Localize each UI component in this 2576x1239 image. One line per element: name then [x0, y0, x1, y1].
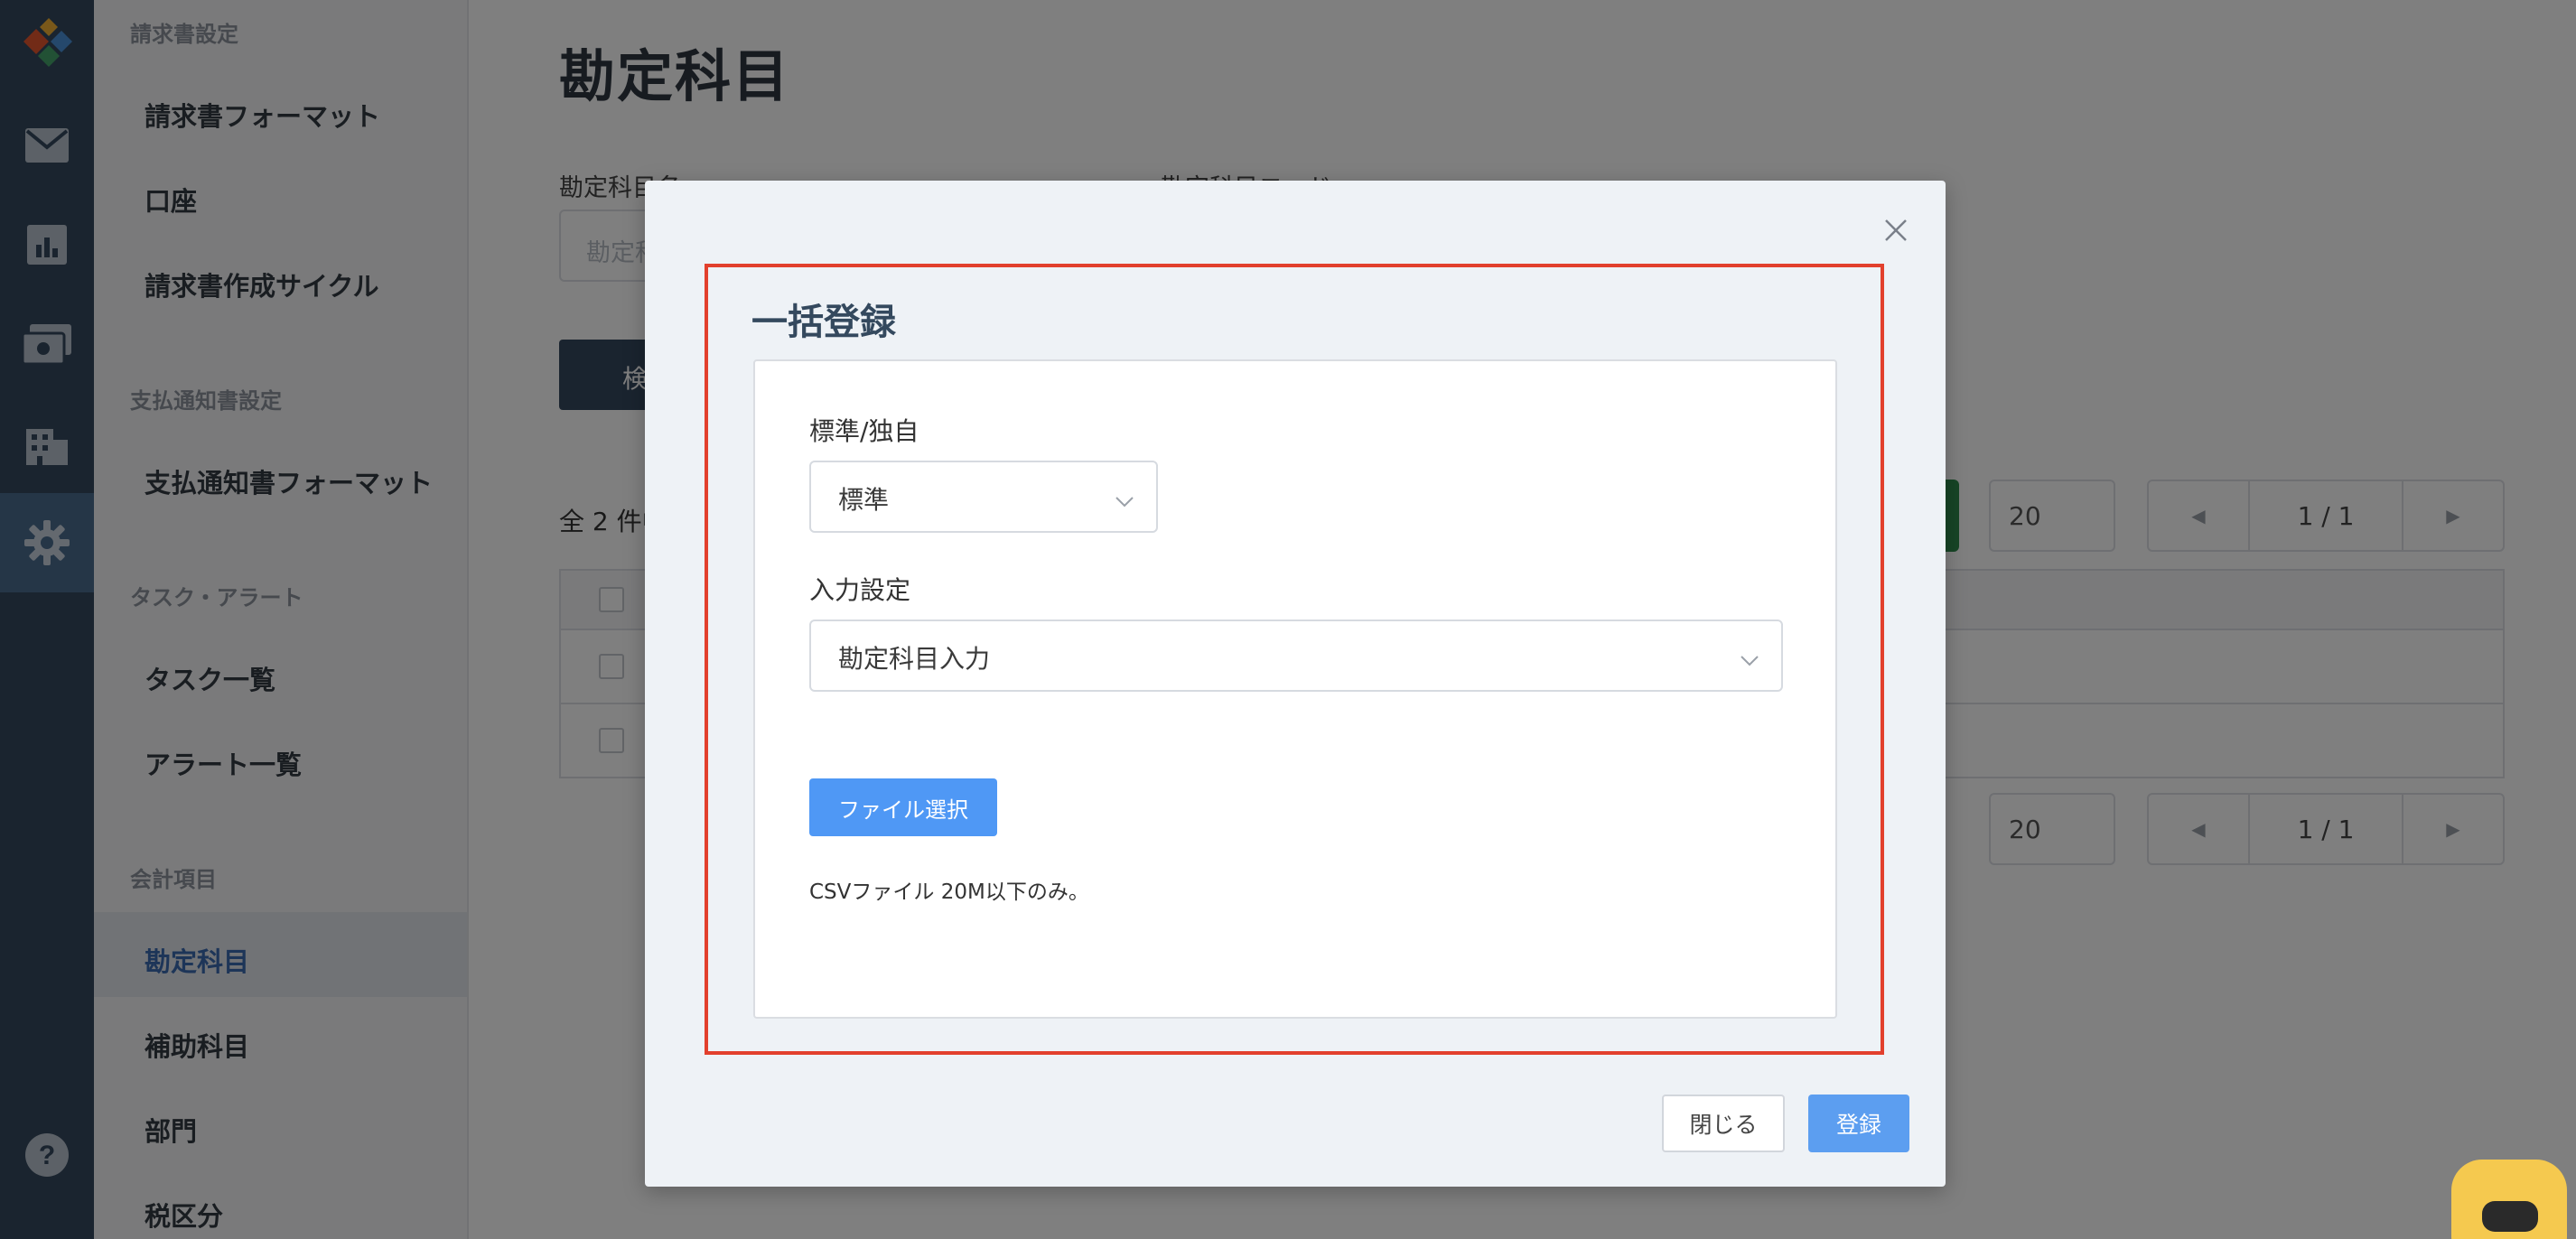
close-icon[interactable] — [1881, 215, 1911, 246]
chat-icon — [2482, 1201, 2538, 1232]
chevron-down-icon — [1115, 488, 1134, 508]
type-label: 標準/独自 — [809, 416, 919, 446]
input-setting-value: 勘定科目入力 — [838, 644, 991, 674]
chevron-down-icon — [1740, 647, 1759, 666]
type-select-value: 標準 — [838, 485, 890, 515]
file-select-button[interactable]: ファイル選択 — [809, 778, 997, 836]
input-setting-label: 入力設定 — [809, 575, 911, 605]
input-setting-select[interactable]: 勘定科目入力 — [809, 620, 1783, 692]
chat-widget[interactable] — [2451, 1160, 2567, 1239]
modal-title: 一括登録 — [751, 302, 896, 343]
type-select[interactable]: 標準 — [809, 461, 1158, 533]
bulk-register-modal: 一括登録 標準/独自 標準 入力設定 勘定科目入力 ファイル選択 CSVファイル… — [645, 181, 1946, 1187]
highlight-box: 一括登録 標準/独自 標準 入力設定 勘定科目入力 ファイル選択 CSVファイル… — [705, 264, 1884, 1055]
file-size-note: CSVファイル 20M以下のみ。 — [809, 880, 1089, 904]
register-button[interactable]: 登録 — [1808, 1095, 1909, 1152]
form-card: 標準/独自 標準 入力設定 勘定科目入力 ファイル選択 CSVファイル 20M以… — [753, 359, 1837, 1019]
close-button[interactable]: 閉じる — [1662, 1095, 1785, 1152]
